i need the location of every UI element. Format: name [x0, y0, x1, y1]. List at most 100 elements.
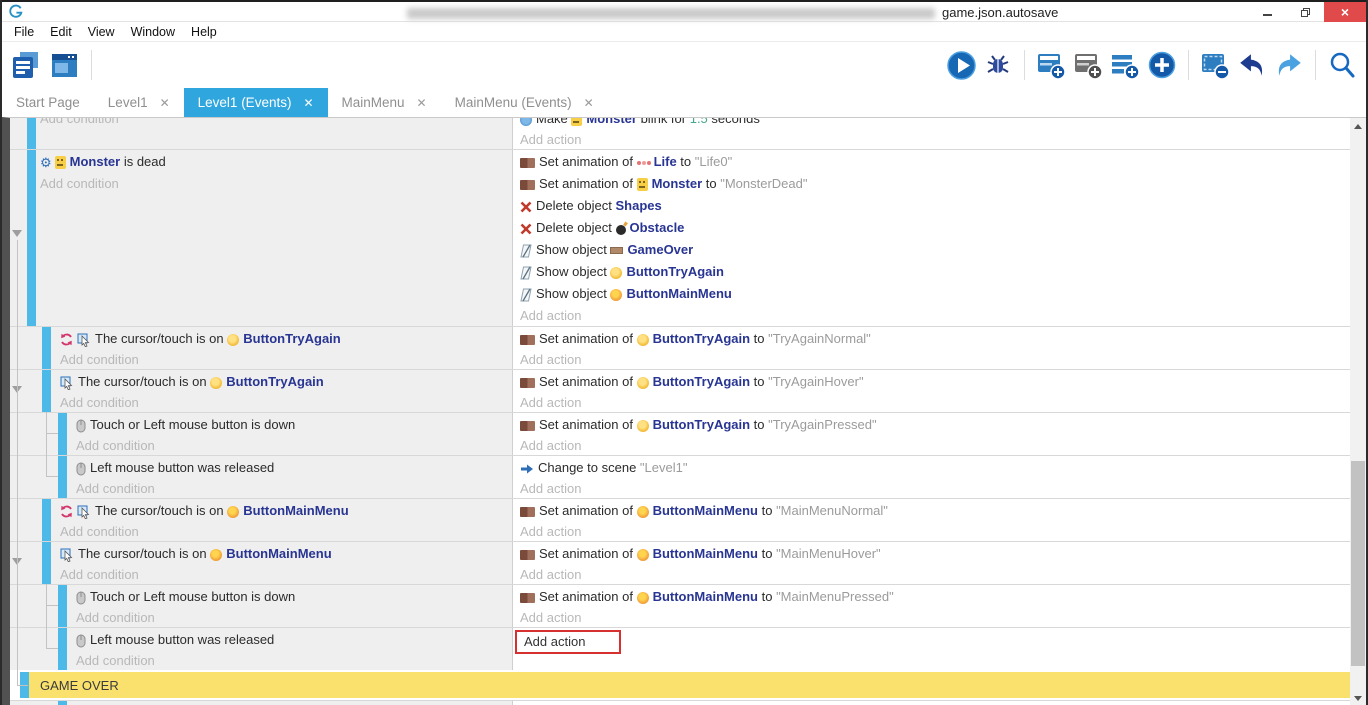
string-value: "TryAgainNormal"	[768, 331, 871, 346]
add-event-button[interactable]	[1035, 49, 1067, 81]
action-line[interactable]: Show object GameOver	[520, 239, 1350, 261]
action-line[interactable]: Delete object Obstacle	[520, 217, 1350, 239]
object-name: ButtonMainMenu	[653, 503, 758, 518]
add-action-button[interactable]: Add action	[520, 478, 1350, 498]
object-name: ButtonTryAgain	[243, 331, 341, 346]
tab-close-icon[interactable]: ✕	[160, 96, 170, 110]
condition-line[interactable]: Left mouse button was released	[76, 457, 512, 478]
add-action-button[interactable]: Add action	[520, 349, 1350, 369]
remove-event-button[interactable]	[1199, 49, 1231, 81]
set-animation-icon	[520, 180, 535, 190]
tab-mainmenu-events[interactable]: MainMenu (Events) ✕	[441, 88, 608, 117]
add-condition-button[interactable]: Add condition	[60, 392, 512, 412]
add-action-button-highlighted[interactable]: Add action	[515, 630, 621, 654]
debugger-button[interactable]	[982, 49, 1014, 81]
action-line[interactable]: Set animation of ButtonTryAgain to "TryA…	[520, 328, 1350, 349]
condition-line[interactable]: The cursor/touch is on ButtonTryAgain	[60, 328, 512, 349]
restore-button[interactable]	[1286, 2, 1324, 22]
tab-level1[interactable]: Level1 ✕	[94, 88, 184, 117]
set-animation-icon	[520, 335, 535, 345]
comment-row[interactable]: GAME OVER	[10, 672, 1350, 698]
project-manager-button[interactable]	[10, 49, 42, 81]
action-line[interactable]: Set animation of ButtonTryAgain to "TryA…	[520, 371, 1350, 392]
condition-line[interactable]: The cursor/touch is on ButtonMainMenu	[60, 500, 512, 521]
tab-label: MainMenu (Events)	[455, 95, 572, 110]
gameover-object-icon	[610, 247, 623, 254]
add-comment-button[interactable]	[1109, 49, 1141, 81]
add-condition-button[interactable]: Add condition	[40, 173, 512, 195]
add-action-button[interactable]: Add action	[520, 305, 1350, 326]
menu-edit[interactable]: Edit	[42, 25, 80, 39]
toolbar-left	[2, 49, 97, 81]
add-condition-button[interactable]: Add condition	[76, 650, 512, 670]
condition-line[interactable]: The cursor/touch is on ButtonMainMenu	[60, 543, 512, 564]
action-line[interactable]: Show object ButtonTryAgain	[520, 261, 1350, 283]
tab-close-icon[interactable]: ✕	[584, 96, 594, 110]
add-action-button[interactable]: Add action	[520, 392, 1350, 412]
event-row-monster-dead: ⚙Monster is dead Add condition Set anima…	[10, 149, 1350, 326]
search-button[interactable]	[1326, 49, 1358, 81]
scrollbar-thumb[interactable]	[1351, 461, 1365, 666]
add-action-button[interactable]: Add action	[520, 435, 1350, 455]
start-page-button[interactable]	[48, 49, 80, 81]
add-action-button[interactable]: Add action	[520, 521, 1350, 541]
redo-button[interactable]	[1273, 49, 1305, 81]
expander-icon[interactable]	[12, 230, 22, 237]
vertical-scrollbar[interactable]	[1350, 118, 1366, 705]
menu-window[interactable]: Window	[123, 25, 183, 39]
action-line[interactable]: Change to scene "Level1"	[520, 457, 1350, 478]
action-line[interactable]: Set animation of ButtonTryAgain to "TryA…	[520, 414, 1350, 435]
action-line[interactable]: Set animation of ButtonMainMenu to "Main…	[520, 543, 1350, 564]
add-sub-event-button[interactable]	[1072, 49, 1104, 81]
minimize-button[interactable]	[1248, 2, 1286, 22]
action-line[interactable]: Show object ButtonMainMenu	[520, 283, 1350, 305]
tab-mainmenu[interactable]: MainMenu ✕	[328, 88, 441, 117]
tree-connector	[46, 648, 58, 649]
conditions-cell: The cursor/touch is on ButtonTryAgain Ad…	[10, 327, 513, 369]
menu-help[interactable]: Help	[183, 25, 225, 39]
add-action-button[interactable]: Add action	[520, 129, 1350, 149]
add-condition-button[interactable]: Add condition	[60, 349, 512, 369]
scroll-down-arrow[interactable]	[1350, 690, 1366, 705]
add-condition-button[interactable]: Add condition	[40, 118, 512, 129]
add-condition-button[interactable]: Add condition	[60, 521, 512, 541]
delete-object-icon	[520, 201, 532, 213]
play-button[interactable]	[945, 49, 977, 81]
action-line[interactable]: Make Monster blink for 1.5 seconds	[520, 118, 1350, 129]
tab-close-icon[interactable]: ✕	[417, 96, 427, 110]
action-line[interactable]: Delete object Shapes	[520, 195, 1350, 217]
scroll-up-arrow[interactable]	[1350, 118, 1366, 134]
tab-start-page[interactable]: Start Page	[2, 88, 94, 117]
condition-line[interactable]: Touch or Left mouse button is down	[76, 586, 512, 607]
action-text: to	[677, 154, 695, 169]
action-line[interactable]: Set animation of Life to "Life0"	[520, 151, 1350, 173]
add-action-button[interactable]: Add action	[520, 607, 1350, 627]
action-line[interactable]: Set animation of ButtonMainMenu to "Main…	[520, 500, 1350, 521]
close-button[interactable]: ×	[1324, 2, 1366, 22]
event-row-tryagain-normal: The cursor/touch is on ButtonTryAgain Ad…	[10, 326, 1350, 369]
conditions-cell: Add condition	[10, 118, 513, 149]
button-tryagain-object-icon	[637, 334, 649, 346]
triangle-up-icon	[1354, 124, 1362, 129]
tab-close-icon[interactable]: ✕	[303, 96, 313, 110]
condition-line[interactable]: ⚙Monster is dead	[40, 151, 512, 173]
add-condition-button[interactable]: Add condition	[60, 564, 512, 584]
menu-view[interactable]: View	[80, 25, 123, 39]
add-action-button[interactable]: Add action	[520, 564, 1350, 584]
condition-line[interactable]: Left mouse button was released	[76, 629, 512, 650]
tab-level1-events[interactable]: Level1 (Events) ✕	[184, 88, 328, 117]
add-condition-button[interactable]: Add condition	[76, 435, 512, 455]
add-condition-button[interactable]: Add condition	[76, 478, 512, 498]
add-other-event-button[interactable]	[1146, 49, 1178, 81]
condition-text: The cursor/touch is on	[78, 546, 210, 561]
menu-file[interactable]: File	[6, 25, 42, 39]
action-line[interactable]: Set animation of ButtonMainMenu to "Main…	[520, 586, 1350, 607]
action-line[interactable]: Set animation of Monster to "MonsterDead…	[520, 173, 1350, 195]
add-condition-button[interactable]: Add condition	[76, 607, 512, 627]
condition-line[interactable]: Touch or Left mouse button is down	[76, 414, 512, 435]
condition-line[interactable]: The cursor/touch is on ButtonTryAgain	[60, 371, 512, 392]
conditions-cell: ⚙Monster is dead Add condition	[10, 150, 513, 326]
object-name: ButtonMainMenu	[226, 546, 331, 561]
object-name: ButtonMainMenu	[653, 589, 758, 604]
undo-button[interactable]	[1236, 49, 1268, 81]
